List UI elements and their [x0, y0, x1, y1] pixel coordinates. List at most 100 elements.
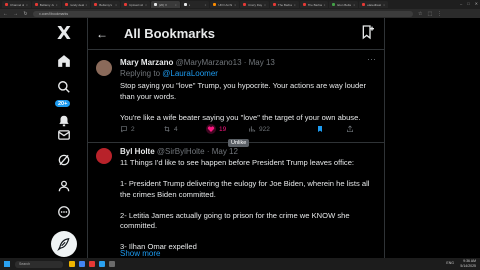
browser-tab-bar: Channel details×Bellamy Justin Kelley×ca…: [0, 0, 480, 9]
tab-close-icon[interactable]: ×: [353, 3, 355, 7]
tab-close-icon[interactable]: ×: [264, 3, 266, 7]
tab-favicon-icon: [302, 3, 306, 6]
sidebar-item-grok[interactable]: [53, 149, 75, 171]
tab-close-icon[interactable]: ×: [383, 3, 385, 7]
chrome-icon[interactable]: [79, 261, 85, 267]
author-name[interactable]: Byl Holte: [120, 147, 155, 156]
x-logo[interactable]: X: [53, 22, 75, 44]
like-hover-highlight: [206, 124, 216, 134]
tab-favicon-icon: [153, 3, 157, 6]
avatar[interactable]: [96, 60, 112, 76]
browser-tab[interactable]: Crazy Days and Nights×: [240, 1, 269, 8]
tab-label: Bellamy Justin Kelley: [39, 2, 54, 7]
extensions-icon[interactable]: ⬚: [427, 11, 432, 17]
edge-icon[interactable]: [99, 261, 105, 267]
tab-close-icon[interactable]: ×: [115, 3, 117, 7]
tweet-card[interactable]: Byl Holte @SirBylHolte · May 12 11 Thing…: [88, 144, 384, 258]
sidebar-item-more[interactable]: [53, 201, 75, 223]
close-window-icon[interactable]: ✕: [475, 1, 478, 6]
browser-tab[interactable]: Elon Bellamy Mr...×: [329, 1, 359, 8]
sidebar-item-explore[interactable]: [53, 76, 75, 98]
tab-favicon-icon: [362, 3, 366, 6]
reply-button[interactable]: 2: [120, 125, 135, 133]
tweet-actions: 2 4 19 922: [120, 124, 370, 134]
author-name[interactable]: Mary Marzano: [120, 58, 173, 67]
browser-tab[interactable]: x ×: [180, 1, 210, 8]
browser-tab[interactable]: candy dealer×: [61, 1, 91, 8]
show-more-link[interactable]: Show more: [120, 249, 160, 258]
sidebar-item-messages[interactable]: [53, 124, 75, 146]
tab-close-icon[interactable]: ×: [56, 3, 58, 7]
taskbar-search-input[interactable]: Search: [15, 260, 63, 268]
tab-label: Upload videos: [129, 2, 144, 7]
profile-icon: [58, 180, 70, 192]
reload-icon[interactable]: ↻: [23, 11, 28, 17]
tweet-paragraph: 11 Things I'd like to see happen before …: [120, 158, 355, 167]
clock-time: 9:36 AM: [463, 259, 476, 263]
bookmark-folder-add-icon[interactable]: [360, 24, 376, 40]
replying-mention-link[interactable]: @LauraLoomer: [162, 69, 218, 78]
tab-close-icon[interactable]: ×: [294, 3, 296, 7]
repost-count: 4: [174, 125, 178, 133]
tab-close-icon[interactable]: ×: [175, 3, 177, 7]
author-handle-date[interactable]: @SirBylHolte · May 12: [157, 147, 238, 156]
browser-tab[interactable]: Bellamy Justin Kelley×: [31, 1, 61, 8]
share-button[interactable]: [346, 125, 354, 133]
tweet-author-line: Byl Holte @SirBylHolte · May 12: [120, 147, 238, 156]
tab-close-icon[interactable]: ×: [205, 3, 207, 7]
url-input[interactable]: x.com/i/bookmarks: [33, 10, 413, 17]
tweet-paragraph: You're like a wife beater saying you "lo…: [120, 112, 361, 122]
browser-tab[interactable]: (20) X ×: [150, 1, 180, 8]
browser-tab[interactable]: The Barbara Fr...×: [269, 1, 299, 8]
tab-favicon-icon: [183, 3, 187, 6]
browser-tab[interactable]: elatedbaskets×: [359, 1, 388, 8]
compose-post-button[interactable]: [51, 231, 77, 257]
browser-menu-icon[interactable]: ⋮: [437, 11, 442, 17]
app-icon[interactable]: [89, 261, 95, 267]
bookmark-filled-icon: [318, 126, 322, 132]
author-handle-date[interactable]: @MaryMarzano13 · May 13: [176, 58, 275, 67]
left-sidebar: X 20+: [44, 18, 86, 258]
repost-icon: [164, 126, 170, 132]
minimize-icon[interactable]: –: [460, 1, 462, 6]
bookmark-button[interactable]: [316, 125, 324, 133]
tweet-more-icon[interactable]: ···: [367, 54, 376, 64]
tweet-card[interactable]: Mary Marzano @MaryMarzano13 · May 13 ···…: [88, 51, 384, 143]
window-controls: – □ ✕: [460, 1, 478, 6]
views-button[interactable]: 922: [248, 125, 270, 133]
tweet-author-line: Mary Marzano @MaryMarzano13 · May 13: [120, 58, 275, 67]
tab-close-icon[interactable]: ×: [324, 3, 326, 7]
back-arrow-icon[interactable]: ←: [96, 27, 108, 41]
windows-start-icon[interactable]: [4, 261, 10, 267]
tab-close-icon[interactable]: ×: [234, 3, 236, 7]
file-explorer-icon[interactable]: [69, 261, 75, 267]
maximize-icon[interactable]: □: [467, 1, 469, 6]
browser-tab[interactable]: The Barbara Fr...×: [299, 1, 329, 8]
sidebar-item-profile[interactable]: [53, 175, 75, 197]
store-icon[interactable]: [109, 261, 115, 267]
x-logo-glyph: X: [57, 22, 71, 44]
tab-favicon-icon: [34, 3, 38, 6]
browser-tab[interactable]: UFO Archive×: [210, 1, 240, 8]
replying-prefix: Replying to: [120, 69, 163, 78]
avatar[interactable]: [96, 148, 112, 164]
tab-close-icon[interactable]: ×: [26, 3, 28, 7]
repost-button[interactable]: 4: [163, 125, 178, 133]
browser-back-icon[interactable]: ←: [3, 11, 8, 17]
like-button[interactable]: 19: [206, 124, 226, 134]
tab-close-icon[interactable]: ×: [86, 3, 88, 7]
star-icon[interactable]: ☆: [418, 11, 422, 17]
bookmarks-column: ← All Bookmarks Mary Marzano @MaryMarzan…: [87, 18, 385, 258]
tab-close-icon[interactable]: ×: [145, 3, 147, 7]
tab-favicon-icon: [64, 3, 68, 6]
browser-tab[interactable]: Channel details×: [2, 1, 31, 8]
tray-language[interactable]: ENG: [446, 261, 454, 265]
taskbar-clock[interactable]: 9:36 AM 5/14/2025: [460, 259, 476, 268]
browser-tab[interactable]: Bellamy's Dairy×: [91, 1, 121, 8]
browser-forward-icon[interactable]: →: [13, 11, 18, 17]
tab-label: UFO Archive: [218, 2, 233, 7]
tweet-paragraph: 1- President Trump delivering the eulogy…: [120, 179, 370, 199]
tab-favicon-icon: [332, 3, 336, 6]
browser-tab[interactable]: Upload videos×: [121, 1, 150, 8]
sidebar-item-home[interactable]: [53, 50, 75, 72]
